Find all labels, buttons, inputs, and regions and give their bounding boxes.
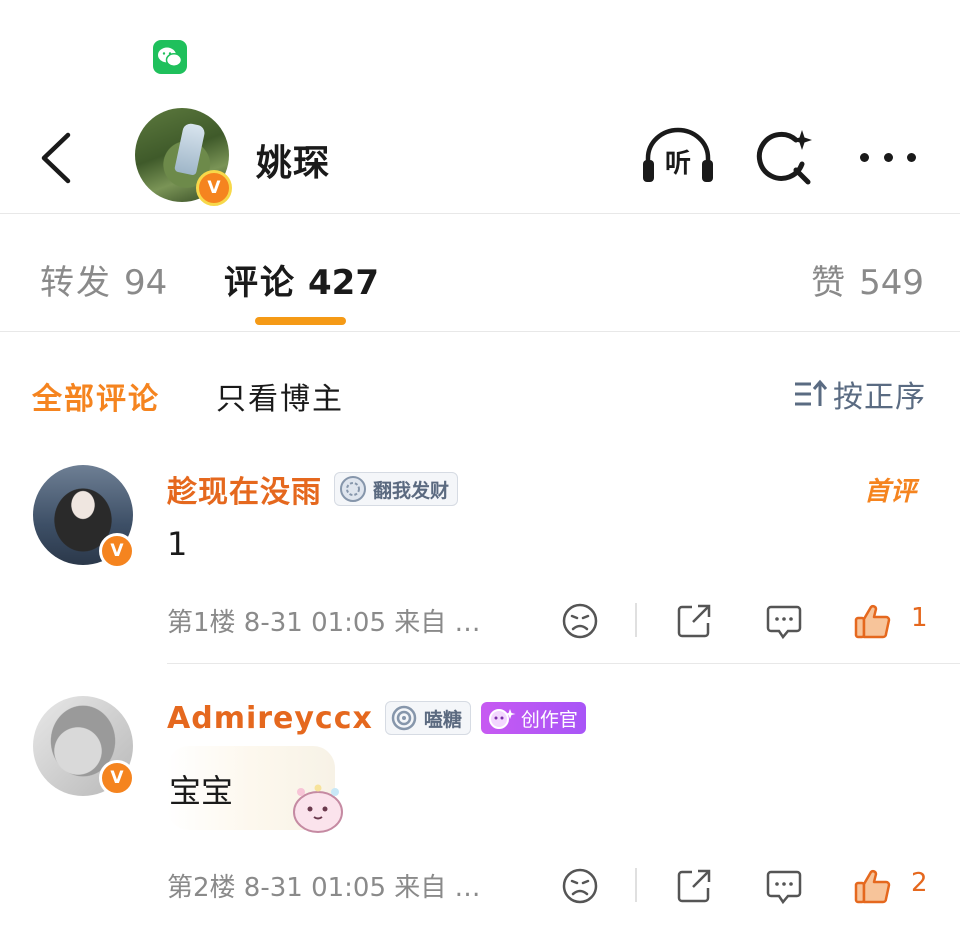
thumbs-up-icon[interactable]	[853, 601, 893, 641]
verified-badge: V	[196, 170, 232, 206]
reply-icon[interactable]	[764, 601, 804, 641]
creator-mascot-icon	[488, 709, 516, 729]
commenter-name[interactable]: 趁现在没雨	[167, 467, 322, 511]
wechat-icon	[153, 40, 187, 74]
verified-badge: V	[99, 760, 135, 796]
first-comment-tag: 首评	[863, 477, 916, 507]
comment-divider	[167, 663, 960, 664]
sad-face-icon[interactable]	[560, 866, 600, 906]
like-count: 1	[911, 603, 928, 633]
comment-text[interactable]: 宝宝	[169, 766, 233, 812]
creator-badge-label: 创作官	[520, 708, 578, 731]
comment-user-row: 趁现在没雨 翻我发财	[167, 467, 459, 511]
comment-filter-bar: 全部评论 只看博主 按正序	[0, 360, 960, 430]
tab-label: 转发	[40, 263, 112, 303]
verified-badge: V	[99, 533, 135, 569]
creator-badge[interactable]: 创作官	[480, 702, 586, 734]
back-button[interactable]	[30, 128, 80, 188]
comment-meta: 第2楼 8-31 01:05 来自 …	[167, 872, 481, 903]
comment-user-row: Admireyccx 嗑糖 创作官	[167, 698, 586, 738]
tab-count: 549	[859, 263, 924, 303]
thumbs-up-icon[interactable]	[853, 866, 893, 906]
profile-header: V 姚琛 听	[0, 100, 960, 214]
chevron-left-icon	[41, 132, 71, 184]
more-button[interactable]	[856, 140, 920, 174]
sort-button[interactable]: 按正序	[793, 372, 926, 416]
action-divider	[635, 868, 637, 902]
comment-footer: 第2楼 8-31 01:05 来自 … 2	[167, 860, 928, 910]
tab-count: 427	[308, 263, 379, 303]
tab-label: 评论	[224, 263, 296, 303]
bubble-sticker-icon	[293, 784, 343, 833]
share-icon[interactable]	[674, 601, 714, 641]
listen-button[interactable]: 听	[640, 124, 716, 188]
medal-label: 翻我发财	[373, 479, 450, 502]
listen-glyph: 听	[665, 149, 691, 179]
comment-footer: 第1楼 8-31 01:05 来自 … 1	[167, 595, 928, 645]
commenter-name[interactable]: Admireyccx	[167, 701, 373, 736]
comment-item: V 趁现在没雨 翻我发财 首评 1 第1楼 8-31 01:05 来自 … 1	[0, 465, 960, 665]
more-dot	[860, 152, 869, 162]
fan-medal[interactable]: 翻我发财	[334, 472, 459, 506]
lollipop-icon	[391, 705, 417, 731]
tab-repost[interactable]: 转发 94	[40, 255, 167, 304]
tab-like[interactable]: 赞 549	[811, 255, 924, 304]
action-divider	[635, 603, 637, 637]
comment-text[interactable]: 1	[167, 525, 187, 563]
more-dot	[907, 152, 916, 162]
tab-label: 赞	[811, 263, 848, 303]
active-tab-indicator	[255, 317, 346, 325]
tab-comment[interactable]: 评论 427	[224, 255, 379, 304]
medal-icon	[340, 476, 366, 502]
sad-face-icon[interactable]	[560, 601, 600, 641]
tab-count: 94	[124, 263, 168, 303]
page-title[interactable]: 姚琛	[256, 134, 330, 186]
tab-bar: 转发 94 评论 427 赞 549	[0, 215, 960, 332]
like-count: 2	[911, 868, 928, 898]
filter-all-comments[interactable]: 全部评论	[32, 374, 160, 418]
sparkle-search-icon	[756, 130, 812, 185]
medal-label: 嗑糖	[423, 708, 462, 731]
sort-icon	[795, 379, 827, 406]
share-icon[interactable]	[674, 866, 714, 906]
fan-medal[interactable]: 嗑糖	[384, 701, 471, 735]
comment-meta: 第1楼 8-31 01:05 来自 …	[167, 607, 481, 638]
search-button[interactable]	[752, 126, 816, 190]
headphones-icon: 听	[643, 127, 713, 182]
filter-owner-only[interactable]: 只看博主	[216, 374, 344, 418]
comment-item: V Admireyccx 嗑糖 创作官 宝宝 第2楼 8-31 01:05 来自…	[0, 696, 960, 916]
more-dot	[883, 152, 893, 162]
sort-label: 按正序	[833, 380, 926, 415]
reply-icon[interactable]	[764, 866, 804, 906]
